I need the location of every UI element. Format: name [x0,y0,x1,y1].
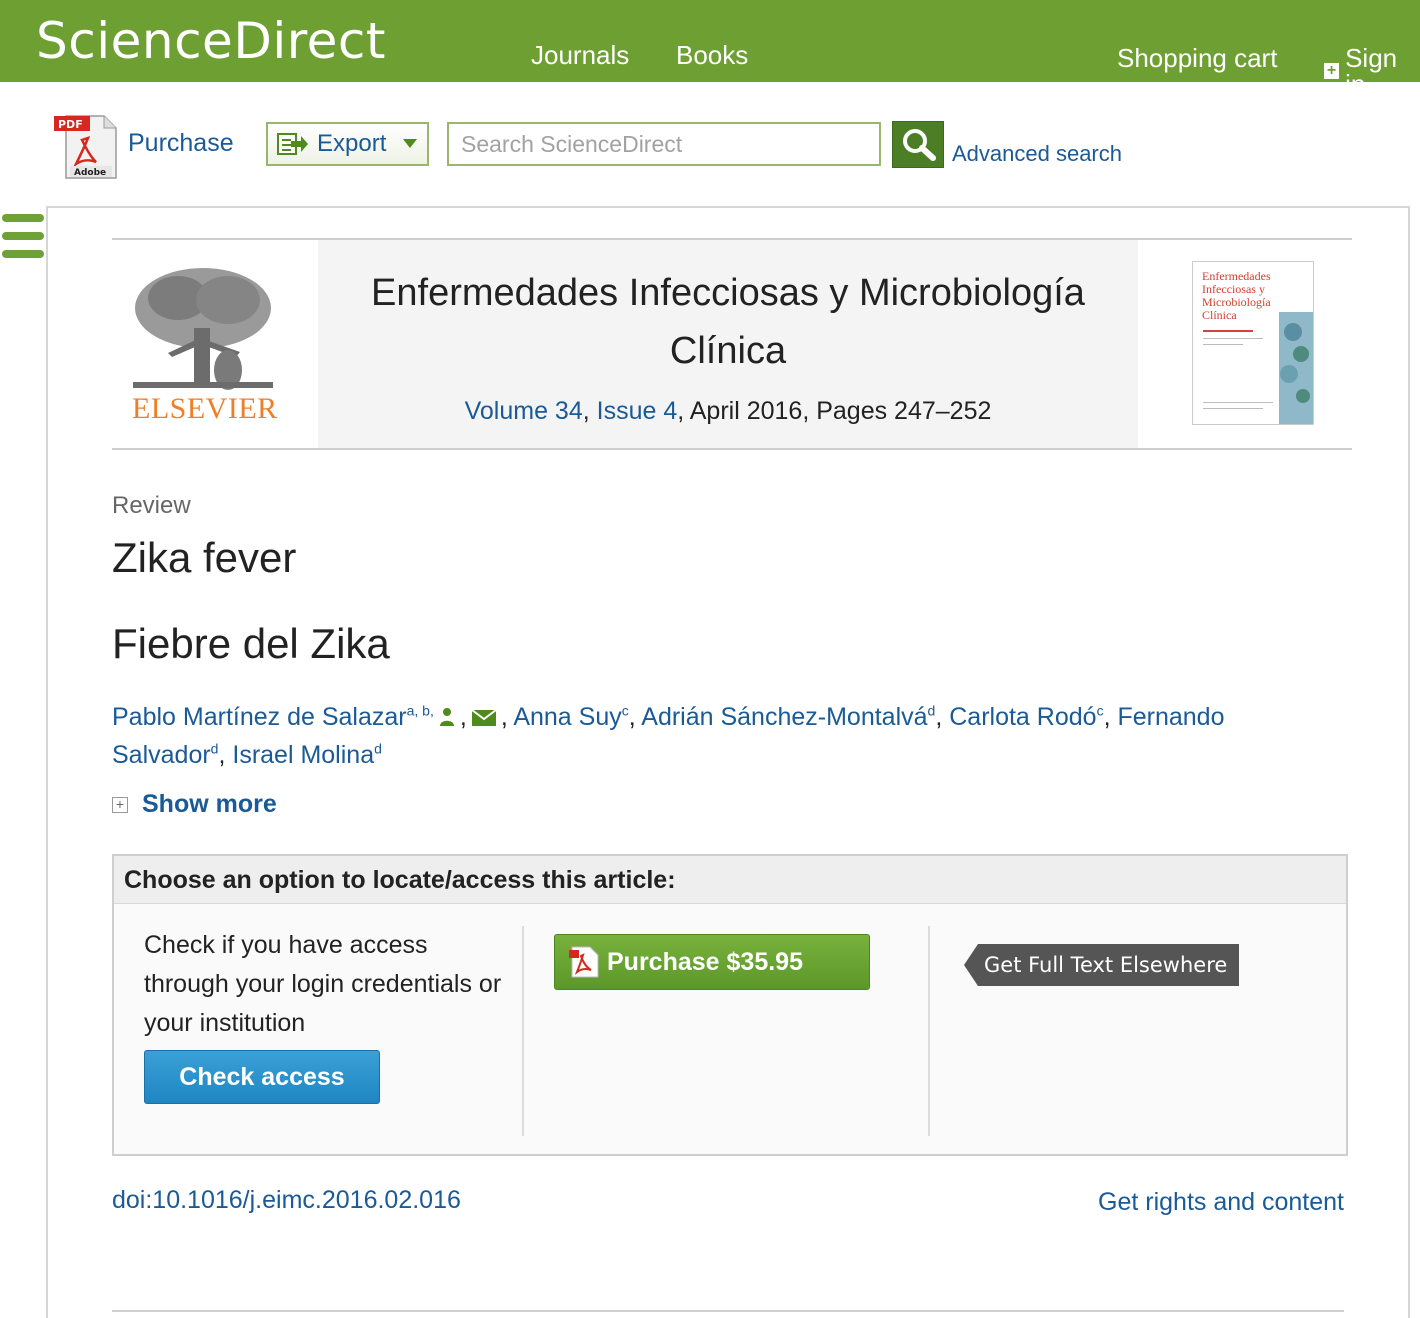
purchase-article-button[interactable]: Purchase $35.95 [554,934,870,990]
purchase-button-label: Purchase $35.95 [607,947,803,976]
expand-plus-icon: + [112,796,128,813]
full-text-label: Get Full Text Elsewhere [978,944,1240,986]
author-list: Pablo Martínez de Salazara, b,,, Anna Su… [112,702,1225,769]
top-navigation-bar: ScienceDirect Journals Books Shopping ca… [0,0,1420,97]
purchase-pdf-link[interactable]: Purchase [128,131,234,156]
author-link[interactable]: Anna Suy [513,703,621,731]
article-title-english: Zika fever [112,534,297,581]
pdf-download-icon[interactable]: PDF Adobe [52,112,120,180]
author-link[interactable]: Pablo Martínez de Salazar [112,703,407,731]
check-access-button[interactable]: Check access [144,1050,380,1104]
date-pages: , April 2016, Pages 247–252 [677,397,992,425]
issue-link[interactable]: Issue 4 [597,397,678,425]
nav-books-link[interactable]: Books [676,42,748,68]
show-more-label: Show more [142,790,277,818]
column-divider [928,926,930,1136]
pdf-icon [569,946,599,978]
pdf-icon-top-label: PDF [58,118,83,131]
menu-icon-bar [2,232,44,240]
search-button[interactable] [892,121,944,168]
pdf-icon-bottom-label: Adobe [74,168,106,178]
access-options-heading: Choose an option to locate/access this a… [124,866,676,894]
chevron-down-icon [403,139,417,148]
publication-header: ELSEVIER Enfermedades Infecciosas y Micr… [112,238,1352,450]
doi-link[interactable]: doi:10.1016/j.eimc.2016.02.016 [112,1186,461,1215]
divider [112,1310,1344,1312]
check-access-description: Check if you have access through your lo… [144,931,502,1037]
advanced-search-link[interactable]: Advanced search [952,143,1122,165]
access-options-header: Choose an option to locate/access this a… [114,856,1346,904]
column-divider [522,926,524,1136]
author-link[interactable]: Israel Molina [232,741,374,769]
export-label: Export [317,130,387,157]
side-menu-toggle[interactable] [2,214,44,264]
elsevier-wordmark: ELSEVIER [132,392,278,425]
author-affiliation[interactable]: d [211,741,219,757]
sciencedirect-logo[interactable]: ScienceDirect [36,16,386,66]
plus-icon: + [1324,63,1340,79]
search-input[interactable] [447,122,881,166]
access-options-box: Choose an option to locate/access this a… [112,854,1348,1156]
journal-cover-thumbnail[interactable]: Enfermedades Infecciosas y Microbiología… [1192,261,1314,425]
shopping-cart-link[interactable]: Shopping cart [1117,45,1277,71]
sign-in-label: Sign in [1345,43,1398,99]
journal-title[interactable]: Enfermedades Infecciosas y Microbiología… [318,264,1138,380]
author-link[interactable]: Carlota Rodó [949,703,1096,731]
get-full-text-elsewhere-button[interactable]: Get Full Text Elsewhere [964,944,1240,986]
email-icon[interactable] [471,709,497,727]
sign-in-link[interactable]: + Sign in [1324,45,1420,97]
corresponding-author-icon[interactable] [438,707,456,727]
export-icon [277,133,308,155]
author-link[interactable]: Adrián Sánchez-Montalvá [641,703,927,731]
author-affiliation[interactable]: a, b, [407,703,434,719]
search-icon [903,129,936,161]
show-more-toggle[interactable]: + Show more [112,790,277,819]
cover-art [1203,312,1313,424]
author-affiliation[interactable]: d [374,741,382,757]
article-type: Review [112,492,191,519]
issue-info: Volume 34, Issue 4, April 2016, Pages 24… [464,397,992,425]
arrow-left-icon [964,944,978,986]
menu-icon-bar [2,250,44,258]
menu-icon-bar [2,214,44,222]
volume-link[interactable]: Volume 34 [465,397,583,425]
nav-journals-link[interactable]: Journals [531,42,629,68]
author-affiliation[interactable]: c [622,703,629,719]
export-dropdown-button[interactable]: Export [266,122,429,166]
author-affiliation[interactable]: c [1097,703,1104,719]
rights-and-content-link[interactable]: Get rights and content [1098,1188,1344,1217]
author-affiliation[interactable]: d [928,703,936,719]
article-title-spanish: Fiebre del Zika [112,620,390,667]
